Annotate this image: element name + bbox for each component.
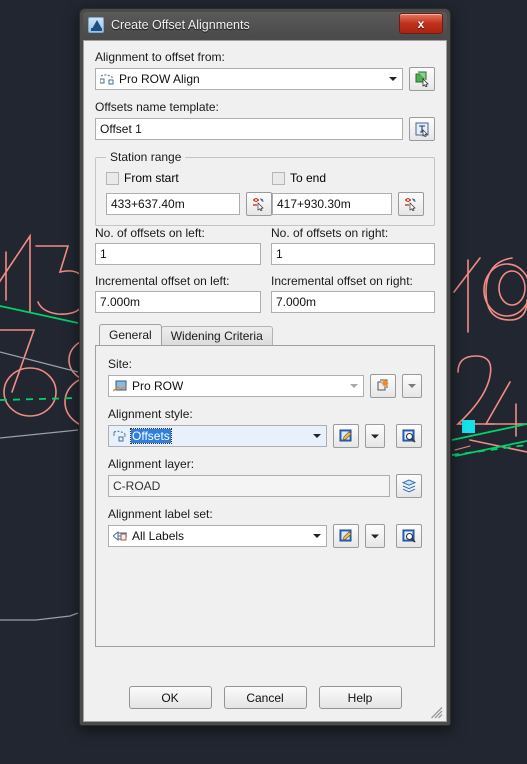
general-tab-panel: Site: Pro ROW Alignment style: Offsets A… (95, 345, 435, 647)
preview-icon[interactable] (396, 524, 422, 548)
end-station-value: 417+930.30m (277, 197, 351, 211)
alignment-layer-value: C-ROAD (113, 479, 161, 493)
increment-right-value: 7.000m (276, 295, 317, 309)
autocad-icon (88, 17, 104, 33)
station-range-group: Station range From start To end 433+637.… (95, 150, 435, 226)
alignment-label-set-value: All Labels (132, 529, 185, 543)
close-button[interactable]: x (399, 13, 443, 34)
layers-icon[interactable] (396, 474, 422, 498)
increment-left-input[interactable]: 7.000m (95, 291, 261, 313)
alignment-label-set-dropdown-button[interactable] (365, 524, 385, 548)
site-group: Site: Pro ROW (108, 357, 422, 398)
from-start-checkbox[interactable]: From start (106, 171, 272, 185)
alignment-source-group: Alignment to offset from: Pro ROW Align (95, 50, 435, 91)
to-end-checkbox[interactable]: To end (272, 171, 326, 185)
offsets-right-count-input[interactable]: 1 (271, 243, 435, 265)
alignment-layer-label: Alignment layer: (108, 457, 195, 471)
alignment-source-combo[interactable]: Pro ROW Align (95, 68, 403, 90)
increment-left-group: Incremental offset on left: 7.000m (95, 274, 271, 313)
chevron-down-icon (313, 534, 321, 538)
offsets-left-count-value: 1 (100, 247, 107, 261)
dialog-footer: OK Cancel Help (84, 686, 446, 709)
tab-general[interactable]: General (99, 324, 162, 345)
end-station-input[interactable]: 417+930.30m (272, 193, 392, 215)
create-offset-alignments-dialog: Create Offset Alignments x Alignment to … (79, 8, 451, 726)
edit-style-icon[interactable] (333, 424, 359, 448)
station-pick-icon[interactable] (398, 192, 424, 216)
site-dropdown-button[interactable] (402, 374, 422, 398)
increment-right-group: Incremental offset on right: 7.000m (271, 274, 435, 313)
alignment-style-combo[interactable]: Offsets (108, 425, 327, 447)
name-template-input[interactable]: Offset 1 (95, 118, 403, 140)
alignment-style-icon (113, 430, 127, 442)
alignment-label-set-group: Alignment label set: All Labels (108, 507, 422, 548)
close-icon: x (417, 16, 425, 31)
site-icon (113, 380, 127, 393)
start-station-input[interactable]: 433+637.40m (106, 193, 240, 215)
start-station-value: 433+637.40m (111, 197, 185, 211)
to-end-label: To end (290, 171, 327, 185)
checkbox-box (106, 171, 119, 185)
alignment-layer-group: Alignment layer: C-ROAD (108, 457, 422, 498)
chevron-down-icon (313, 434, 321, 438)
cancel-button[interactable]: Cancel (223, 686, 307, 709)
offsets-left-count-input[interactable]: 1 (95, 243, 261, 265)
name-template-group: Offsets name template: Offset 1 (95, 100, 435, 141)
alignment-style-group: Alignment style: Offsets (108, 407, 422, 448)
increment-right-input[interactable]: 7.000m (271, 291, 435, 313)
from-start-label: From start (124, 171, 179, 185)
alignment-source-value: Pro ROW Align (119, 72, 200, 86)
alignment-label-set-combo[interactable]: All Labels (108, 525, 327, 547)
station-range-legend: Station range (110, 150, 182, 164)
offsets-right-count-group: No. of offsets on right: 1 (271, 226, 435, 265)
site-label: Site: (108, 357, 133, 371)
chevron-down-icon (350, 384, 358, 388)
help-button[interactable]: Help (318, 686, 402, 709)
pick-object-icon[interactable] (409, 67, 435, 91)
alignment-style-value: Offsets (130, 428, 172, 444)
label-set-icon (113, 530, 128, 542)
ok-button[interactable]: OK (128, 686, 212, 709)
name-template-value: Offset 1 (100, 122, 142, 136)
offsets-left-count-label: No. of offsets on left: (95, 226, 205, 240)
tab-widening-criteria[interactable]: Widening Criteria (160, 326, 273, 345)
preview-icon[interactable] (396, 424, 422, 448)
station-pick-icon[interactable] (246, 192, 272, 216)
offsets-right-count-value: 1 (276, 247, 283, 261)
chevron-down-icon (389, 77, 397, 81)
name-template-label: Offsets name template: (95, 100, 219, 114)
alignment-label-set-label: Alignment label set: (108, 507, 213, 521)
site-value: Pro ROW (132, 379, 184, 393)
dialog-titlebar[interactable]: Create Offset Alignments x (83, 12, 447, 38)
edit-style-icon[interactable] (333, 524, 359, 548)
alignment-layer-input: C-ROAD (108, 475, 390, 497)
dialog-title: Create Offset Alignments (111, 18, 250, 32)
new-site-icon[interactable] (370, 374, 396, 398)
tab-strip: General Widening Criteria (95, 324, 435, 345)
alignment-source-label: Alignment to offset from: (95, 50, 225, 64)
dialog-client-area: Alignment to offset from: Pro ROW Align … (83, 40, 447, 722)
increment-left-label: Incremental offset on left: (95, 274, 230, 288)
checkbox-box (272, 171, 285, 185)
offsets-left-count-group: No. of offsets on left: 1 (95, 226, 271, 265)
site-combo[interactable]: Pro ROW (108, 375, 364, 397)
alignment-style-dropdown-button[interactable] (365, 424, 385, 448)
alignment-style-label: Alignment style: (108, 407, 193, 421)
resize-grip[interactable] (429, 705, 443, 719)
offsets-right-count-label: No. of offsets on right: (271, 226, 389, 240)
increment-right-label: Incremental offset on right: (271, 274, 413, 288)
increment-left-value: 7.000m (100, 295, 141, 309)
alignment-icon (100, 73, 114, 85)
name-template-icon[interactable] (409, 117, 435, 141)
